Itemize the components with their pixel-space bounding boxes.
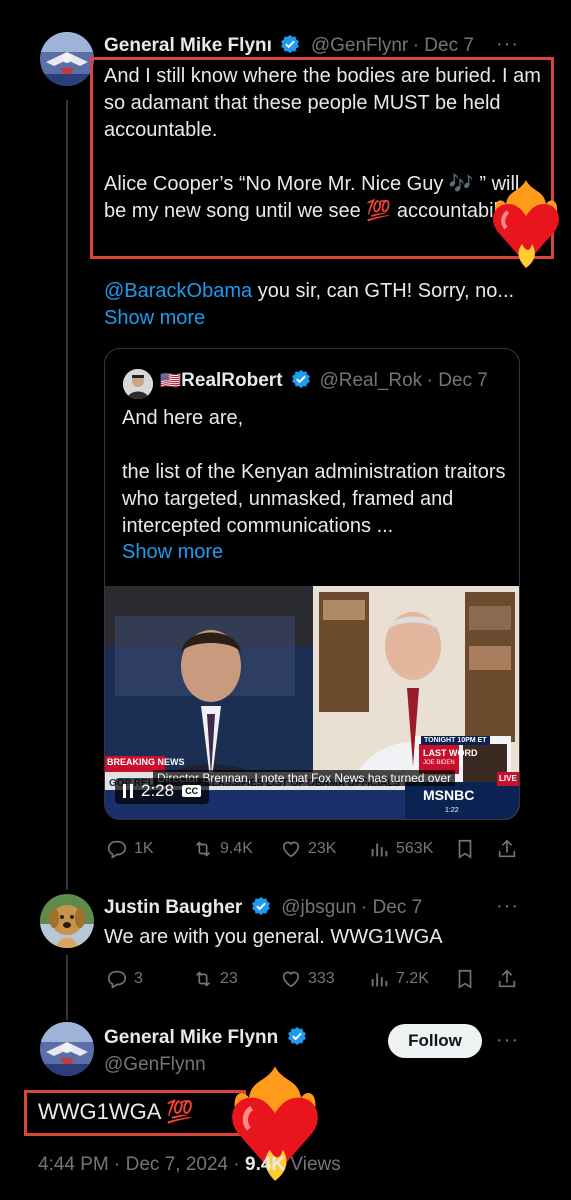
tweet-mention-line: @BarackObama you sir, can GTH! Sorry, no… xyxy=(104,280,515,302)
tweet-date[interactable]: · Dec 7 xyxy=(413,35,474,56)
author-handle[interactable]: @GenFlynr xyxy=(311,35,408,56)
bookmark-icon xyxy=(458,839,472,859)
promo-sub: JOE BIDEN xyxy=(423,760,455,766)
quote-header: 🇺🇸RealRobert @Real_Rok · Dec 7 xyxy=(160,369,488,392)
view-count: 9.4K xyxy=(245,1154,286,1175)
retweet-button[interactable]: 9.4K xyxy=(192,838,253,860)
tweet-text: We are with you general. WWG1WGA xyxy=(104,926,443,948)
like-button[interactable]: 333 xyxy=(280,968,335,990)
flaming-heart-sticker xyxy=(486,172,566,272)
network-clock: 1:22 xyxy=(445,807,459,814)
hundred-emoji: 💯 xyxy=(366,200,392,222)
views-button[interactable]: 563K xyxy=(368,838,433,860)
quote-tweet-card[interactable]: 🇺🇸RealRobert @Real_Rok · Dec 7 And here … xyxy=(104,348,520,820)
analytics-icon xyxy=(371,973,388,987)
heart-icon xyxy=(282,971,300,988)
reply-icon xyxy=(107,840,127,859)
author-handle[interactable]: @jbsgun xyxy=(281,897,356,918)
retweet-button[interactable]: 23 xyxy=(192,968,238,990)
share-icon xyxy=(498,839,516,858)
more-options-icon[interactable]: ··· xyxy=(496,895,519,918)
video-controls: 2:28 CC xyxy=(115,778,210,804)
retweet-icon xyxy=(195,971,211,987)
promo-show: LAST WORD xyxy=(423,748,478,758)
video-time: 2:28 xyxy=(141,781,175,800)
quote-author-name[interactable]: RealRobert xyxy=(181,370,282,391)
avatar[interactable] xyxy=(40,894,94,948)
tweet-header: General Mike Flynn xyxy=(104,1026,307,1049)
tweet-timestamp: 4:44 PM · Dec 7, 2024 · 9.4K Views xyxy=(38,1154,341,1175)
verified-badge-icon xyxy=(287,1026,306,1046)
quote-handle[interactable]: @Real_Rok xyxy=(319,370,422,391)
pause-icon[interactable] xyxy=(123,784,133,798)
verified-badge-icon xyxy=(251,896,270,916)
author-name[interactable]: General Mike Flynn xyxy=(104,1027,278,1048)
tweet-header: General Mike Flynı @GenFlynr · Dec 7 xyxy=(104,34,474,57)
network-logo: MSNBC xyxy=(423,787,475,803)
promo-time: TONIGHT 10PM ET xyxy=(421,736,490,745)
tweet-header: Justin Baugher @jbsgun · Dec 7 xyxy=(104,896,422,919)
tweet-paragraph: And I still know where the bodies are bu… xyxy=(104,65,541,141)
analytics-icon xyxy=(371,843,388,857)
quote-text: And here are, the list of the Kenyan adm… xyxy=(122,407,506,537)
views-button[interactable]: 7.2K xyxy=(368,968,429,990)
flag-emoji: 🇺🇸 xyxy=(160,371,182,390)
verified-badge-icon xyxy=(281,34,300,54)
bookmark-button[interactable] xyxy=(454,838,476,860)
heart-icon xyxy=(282,841,300,858)
breaking-news-label: BREAKING NEWS xyxy=(107,757,185,767)
live-badge: LIVE xyxy=(499,774,517,783)
thread-line xyxy=(66,955,68,1020)
tweet-text: And I still know where the bodies are bu… xyxy=(104,63,544,225)
retweet-icon xyxy=(195,841,211,857)
share-icon xyxy=(498,969,516,988)
tweet-paragraph: Alice Cooper’s “No More Mr. Nice Guy 🎶 ”… xyxy=(104,173,523,222)
quote-date[interactable]: · Dec 7 xyxy=(427,370,488,391)
quote-avatar[interactable] xyxy=(123,369,153,399)
share-button[interactable] xyxy=(496,838,518,860)
share-button[interactable] xyxy=(496,968,518,990)
video-player[interactable]: TONIGHT 10PM ET LAST WORD JOE BIDEN BREA… xyxy=(105,586,519,819)
avatar[interactable] xyxy=(40,1022,94,1076)
more-options-icon[interactable]: ··· xyxy=(496,33,519,56)
reply-button[interactable]: 1K xyxy=(106,838,154,860)
captions-button[interactable]: CC xyxy=(182,785,202,797)
bookmark-button[interactable] xyxy=(454,968,476,990)
reply-button[interactable]: 3 xyxy=(106,968,143,990)
hundred-emoji: 💯 xyxy=(166,1099,194,1124)
follow-button[interactable]: Follow xyxy=(388,1024,482,1058)
thread-line xyxy=(66,100,68,890)
like-button[interactable]: 23K xyxy=(280,838,336,860)
verified-badge-icon xyxy=(292,369,310,389)
avatar[interactable] xyxy=(40,32,94,86)
author-handle[interactable]: @GenFlynn xyxy=(104,1054,206,1076)
author-name[interactable]: General Mike Flynı xyxy=(104,35,272,56)
show-more-link[interactable]: Show more xyxy=(104,305,205,332)
mention-link[interactable]: @BarackObama xyxy=(104,280,252,302)
bookmark-icon xyxy=(458,969,472,989)
music-notes-emoji: 🎶 xyxy=(448,173,474,195)
tweet-date[interactable]: · Dec 7 xyxy=(361,897,422,918)
reply-icon xyxy=(107,970,127,989)
more-options-icon[interactable]: ··· xyxy=(496,1029,519,1052)
quote-show-more-link[interactable]: Show more xyxy=(122,539,223,566)
author-name[interactable]: Justin Baugher xyxy=(104,897,242,918)
tweet-text: WWG1WGA 💯 xyxy=(38,1099,194,1124)
